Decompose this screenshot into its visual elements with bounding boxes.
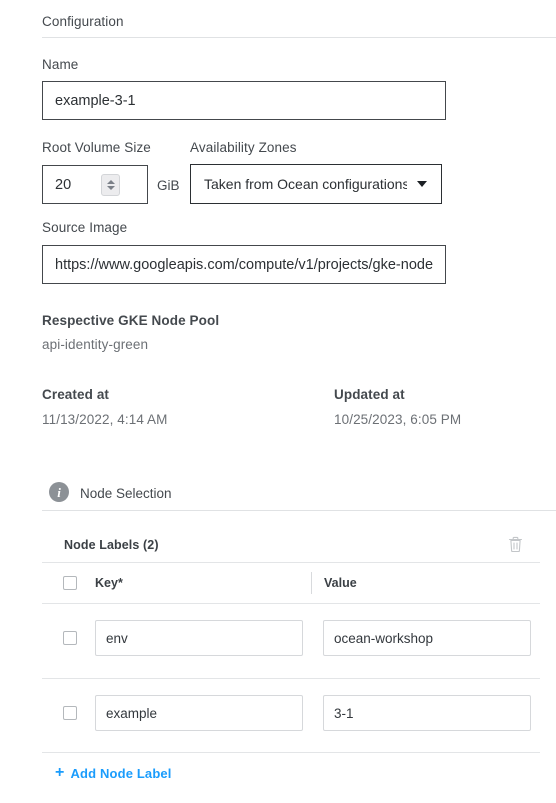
root-volume-size-input[interactable]: [43, 166, 101, 203]
add-node-label-text: Add Node Label: [70, 765, 172, 781]
select-all-checkbox[interactable]: [63, 576, 77, 590]
node-selection-title: Node Selection: [80, 486, 172, 501]
availability-zones-selected-value: Taken from Ocean configurations: [204, 176, 407, 192]
stepper-arrows[interactable]: [101, 173, 120, 196]
updated-at-label: Updated at: [334, 387, 405, 402]
column-header-key-text: Key: [95, 576, 118, 590]
availability-zones-label: Availability Zones: [190, 140, 297, 155]
node-label-key-input[interactable]: [95, 695, 303, 731]
column-header-key: Key*: [95, 576, 123, 590]
root-volume-size-label: Root Volume Size: [42, 140, 151, 155]
row-divider: [42, 752, 540, 753]
node-label-value-input[interactable]: [323, 620, 531, 656]
chevron-down-icon[interactable]: [417, 181, 427, 187]
column-divider: [311, 572, 312, 594]
name-label: Name: [42, 57, 79, 72]
page-title: Configuration: [42, 14, 124, 29]
info-icon: i: [49, 482, 69, 502]
node-labels-title-text: Node Labels: [64, 538, 140, 552]
chevron-up-icon[interactable]: [106, 179, 115, 184]
table-title-divider: [42, 562, 540, 563]
node-labels-title: Node Labels (2): [64, 538, 159, 552]
column-header-value: Value: [324, 576, 357, 590]
gke-node-pool-value: api-identity-green: [42, 337, 149, 352]
column-header-divider: [42, 603, 540, 604]
name-input[interactable]: [42, 81, 446, 120]
updated-at-value: 10/25/2023, 6:05 PM: [334, 412, 462, 427]
source-image-label: Source Image: [42, 220, 128, 235]
created-at-label: Created at: [42, 387, 110, 402]
row-checkbox[interactable]: [63, 706, 77, 720]
node-label-value-input[interactable]: [323, 695, 531, 731]
source-image-input[interactable]: [42, 245, 446, 284]
node-label-key-input[interactable]: [95, 620, 303, 656]
node-selection-divider: [42, 510, 556, 511]
add-node-label-button[interactable]: + Add Node Label: [55, 765, 172, 781]
plus-icon: +: [55, 764, 65, 781]
header-divider: [42, 37, 556, 38]
trash-icon[interactable]: [507, 535, 524, 558]
node-labels-count: (2): [143, 538, 159, 552]
row-divider: [42, 678, 540, 679]
node-group-configuration-panel: Configuration Name Root Volume Size GiB …: [0, 0, 556, 803]
root-volume-size-stepper[interactable]: [42, 165, 148, 204]
required-marker: *: [117, 576, 123, 590]
chevron-down-icon[interactable]: [106, 185, 115, 190]
row-checkbox[interactable]: [63, 631, 77, 645]
root-volume-size-unit: GiB: [157, 178, 180, 193]
gke-node-pool-label: Respective GKE Node Pool: [42, 313, 220, 328]
created-at-value: 11/13/2022, 4:14 AM: [42, 412, 168, 427]
availability-zones-select[interactable]: Taken from Ocean configurations: [190, 164, 442, 204]
